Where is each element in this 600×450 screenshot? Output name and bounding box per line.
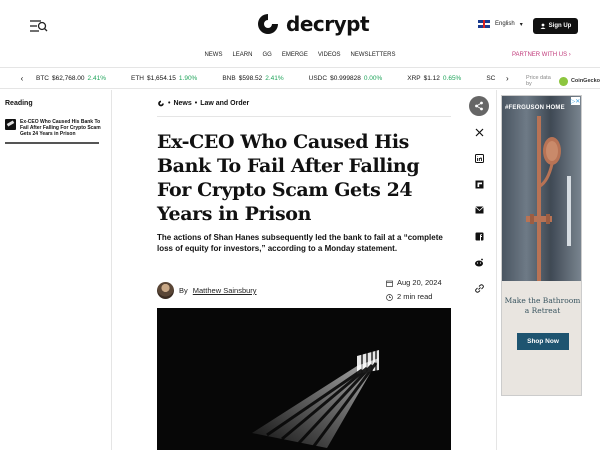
nav-videos[interactable]: VIDEOS xyxy=(318,52,341,58)
breadcrumb-news[interactable]: News xyxy=(173,100,191,107)
site-header: decrypt English ▾ Sign Up NEWS LEARN GG … xyxy=(0,0,600,68)
link-icon[interactable] xyxy=(469,278,489,298)
coin-symbol: BNB xyxy=(222,74,236,82)
flipboard-icon[interactable] xyxy=(469,174,489,194)
ticker-coin[interactable]: BNB $598.52 2.41% xyxy=(222,75,283,82)
decrypt-logo-icon xyxy=(158,100,164,107)
email-icon[interactable] xyxy=(469,200,489,220)
coin-symbol: SC xyxy=(486,74,496,82)
ad-info-icon[interactable]: ▷✕ xyxy=(571,97,580,105)
chevron-down-icon: ▾ xyxy=(519,21,523,28)
publish-date: Aug 20, 2024 xyxy=(386,276,442,290)
ad-image xyxy=(502,96,581,281)
language-label: English xyxy=(495,21,515,27)
nav-gg[interactable]: GG xyxy=(262,52,271,58)
coin-price: $1.12 xyxy=(423,74,440,82)
coin-change: 0.00% xyxy=(363,74,383,82)
menu-search-icon[interactable] xyxy=(29,18,49,34)
reading-item[interactable]: Ex-CEO Who Caused His Bank To Fail After… xyxy=(5,119,105,137)
article-title: Ex-CEO Who Caused His Bank To Fail After… xyxy=(157,131,420,225)
ticker-coin[interactable]: SC xyxy=(486,75,495,82)
provider-name: CoinGecko xyxy=(570,78,600,84)
breadcrumb-separator: • xyxy=(168,100,171,107)
coin-price: $598.52 xyxy=(238,74,263,82)
partner-label: PARTNER WITH US xyxy=(512,52,568,58)
coin-symbol: BTC xyxy=(36,74,49,82)
clock-icon xyxy=(386,293,393,301)
coin-price: $0.999828 xyxy=(330,74,361,82)
reading-sidebar: Reading Ex-CEO Who Caused His Bank To Fa… xyxy=(0,90,112,450)
reading-thumbnail xyxy=(5,119,16,130)
breadcrumb: • News • Law and Order xyxy=(157,100,249,107)
reading-title: Reading xyxy=(5,100,33,107)
logo-text: decrypt xyxy=(286,12,370,36)
decrypt-logo-icon xyxy=(258,14,278,34)
user-icon xyxy=(540,23,546,29)
coingecko-logo-icon xyxy=(559,76,568,86)
coin-change: 2.41% xyxy=(87,74,106,82)
price-ticker: ‹ BTC $62,768.00 2.41% ETH $1,654.15 1.9… xyxy=(0,68,600,89)
ticker-prev-icon[interactable]: ‹ xyxy=(16,74,28,83)
price-data-label: Price data by xyxy=(526,75,551,87)
coin-price: $1,654.15 xyxy=(146,74,176,82)
signup-label: Sign Up xyxy=(548,23,572,29)
x-icon[interactable] xyxy=(469,122,489,142)
reading-item-title: Ex-CEO Who Caused His Bank To Fail After… xyxy=(20,119,101,137)
coin-price: $62,768.00 xyxy=(52,74,85,82)
coin-symbol: XRP xyxy=(407,74,421,82)
article-meta: Aug 20, 2024 2 min read xyxy=(386,276,442,304)
coin-symbol: USDC xyxy=(308,74,328,82)
nav-learn[interactable]: LEARN xyxy=(232,52,252,58)
main-nav: NEWS LEARN GG EMERGE VIDEOS NEWSLETTERS xyxy=(0,52,600,58)
coin-change: 2.41% xyxy=(265,74,284,82)
uk-flag-icon xyxy=(478,20,490,28)
partner-link[interactable]: PARTNER WITH US › xyxy=(512,52,571,58)
ticker-coin[interactable]: USDC $0.999828 0.00% xyxy=(309,75,383,82)
reddit-icon[interactable] xyxy=(469,252,489,272)
ad-brand: #FERGUSON HOME xyxy=(505,105,565,111)
chevron-right-icon: › xyxy=(568,52,571,58)
ad-shop-now-button[interactable]: Shop Now xyxy=(517,333,569,350)
coin-change: 1.90% xyxy=(178,74,198,82)
nav-emerge[interactable]: EMERGE xyxy=(282,52,308,58)
author-byline: By Matthew Sainsbury xyxy=(157,282,257,299)
reading-progress-bar xyxy=(5,142,99,144)
by-label: By xyxy=(179,286,188,295)
ticker-next-icon[interactable]: › xyxy=(501,74,513,83)
decrypt-logo[interactable]: decrypt xyxy=(254,12,370,36)
language-selector[interactable]: English ▾ xyxy=(478,20,523,28)
advertisement[interactable]: #FERGUSON HOME ▷✕ Make the Bathroom a Re… xyxy=(501,95,582,396)
ticker-coin[interactable]: XRP $1.12 0.65% xyxy=(407,75,461,82)
read-time: 2 min read xyxy=(386,290,442,304)
facebook-icon[interactable] xyxy=(469,226,489,246)
coin-change: 0.65% xyxy=(442,74,462,82)
ticker-coin[interactable]: ETH $1,654.15 1.90% xyxy=(131,75,197,82)
date-text: Aug 20, 2024 xyxy=(397,278,442,287)
share-icon[interactable] xyxy=(469,96,489,116)
read-time-text: 2 min read xyxy=(397,292,433,301)
nav-news[interactable]: NEWS xyxy=(204,52,222,58)
nav-newsletters[interactable]: NEWSLETTERS xyxy=(351,52,396,58)
ad-tagline: Make the Bathroom a Retreat xyxy=(504,296,581,315)
calendar-icon xyxy=(386,280,393,287)
signup-button[interactable]: Sign Up xyxy=(533,18,578,34)
hero-image xyxy=(157,308,451,450)
price-attribution[interactable]: Price data by CoinGecko xyxy=(526,75,600,87)
divider xyxy=(157,116,451,117)
coin-symbol: ETH xyxy=(130,74,144,82)
linkedin-icon[interactable] xyxy=(469,148,489,168)
author-link[interactable]: Matthew Sainsbury xyxy=(193,286,257,295)
author-avatar[interactable] xyxy=(157,282,174,299)
divider xyxy=(496,90,497,450)
breadcrumb-category[interactable]: Law and Order xyxy=(200,100,249,107)
ticker-coin[interactable]: BTC $62,768.00 2.41% xyxy=(36,75,106,82)
article-summary: The actions of Shan Hanes subsequently l… xyxy=(157,233,443,253)
breadcrumb-separator: • xyxy=(194,100,198,107)
